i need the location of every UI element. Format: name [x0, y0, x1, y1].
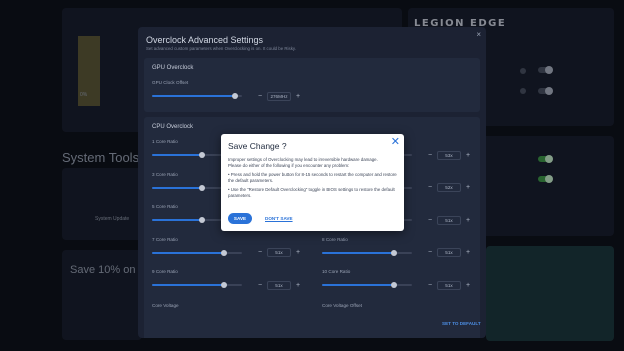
slider-fill [152, 154, 202, 156]
core-ratio-label: 9 Core Ratio [152, 269, 178, 274]
slider-thumb[interactable] [391, 282, 397, 288]
slider-thumb[interactable] [232, 93, 238, 99]
plus-icon[interactable]: + [464, 184, 472, 191]
minus-icon[interactable]: − [426, 217, 434, 224]
minus-icon[interactable]: − [426, 249, 434, 256]
slider-thumb[interactable] [221, 249, 227, 256]
slider-fill [152, 219, 202, 221]
plus-icon[interactable]: + [294, 282, 302, 289]
minus-icon[interactable]: − [426, 282, 434, 289]
core-ratio-slider[interactable] [322, 282, 412, 288]
save-button[interactable]: SAVE [228, 213, 252, 224]
dialog-bullet-1: • Press and hold the power button for 8-… [228, 172, 397, 183]
dont-save-button[interactable]: DON'T SAVE [265, 216, 293, 221]
slider-fill [152, 186, 202, 189]
close-icon[interactable]: × [476, 30, 481, 39]
core-ratio-value[interactable]: 53x [437, 150, 461, 160]
slider-fill [322, 251, 394, 254]
close-icon[interactable]: ✕ [391, 135, 400, 148]
dialog-warning-line2: Please do either of the following if you… [228, 163, 350, 168]
slider-fill [152, 251, 224, 254]
gpu-clock-offset-label: GPU Clock Offset [152, 80, 189, 85]
dialog-title: Save Change ? [228, 141, 287, 151]
core-ratio-label: 8 Core Ratio [322, 236, 348, 242]
plus-icon[interactable]: + [294, 93, 302, 100]
gpu-clock-offset-slider[interactable] [152, 93, 242, 99]
set-to-default-button[interactable]: SET TO DEFAULT [442, 321, 481, 326]
core-ratio-value[interactable]: 52x [437, 183, 461, 192]
plus-icon[interactable]: + [464, 152, 472, 159]
slider-thumb[interactable] [198, 152, 205, 158]
slider-thumb[interactable] [198, 217, 205, 223]
minus-icon[interactable]: − [256, 282, 264, 289]
core-ratio-stepper: −52x + [426, 183, 472, 193]
core-ratio-slider[interactable] [152, 282, 242, 288]
slider-thumb[interactable] [391, 249, 397, 256]
core-voltage-offset-label: Core Voltage Offset [322, 303, 363, 308]
minus-icon[interactable]: − [426, 184, 434, 191]
core-ratio-label: 3 Core Ratio [152, 171, 178, 177]
plus-icon[interactable]: + [294, 249, 302, 256]
core-ratio-value[interactable]: 51x [437, 280, 461, 290]
core-ratio-label: 10 Core Ratio [322, 269, 351, 274]
core-ratio-value[interactable]: 51x [437, 248, 461, 257]
save-change-dialog: Save Change ? ✕ Improper settings of Ove… [221, 134, 404, 231]
core-ratio-stepper: −51x + [256, 248, 302, 258]
core-ratio-label: 5 Core Ratio [152, 204, 178, 209]
dialog-bullet-2: • Use the "Restore Default Overclocking"… [228, 187, 395, 198]
gpu-clock-offset-stepper: − 276MHz + [256, 91, 302, 101]
core-ratio-value[interactable]: 51x [437, 215, 461, 225]
gpu-clock-offset-value[interactable]: 276MHz [267, 91, 291, 101]
core-ratio-value[interactable]: 51x [267, 280, 291, 290]
plus-icon[interactable]: + [464, 217, 472, 224]
dialog-warning-line1: Improper settings of Overclocking may le… [228, 157, 378, 162]
core-ratio-stepper: −51x + [426, 248, 472, 258]
plus-icon[interactable]: + [464, 249, 472, 256]
plus-icon[interactable]: + [464, 282, 472, 289]
core-ratio-slider[interactable] [322, 249, 412, 256]
minus-icon[interactable]: − [256, 249, 264, 256]
core-ratio-slider[interactable] [152, 249, 242, 256]
slider-thumb[interactable] [198, 184, 205, 191]
core-ratio-stepper: −51x + [256, 280, 302, 290]
core-ratio-stepper: −53x + [426, 150, 472, 160]
core-ratio-value[interactable]: 51x [267, 248, 291, 257]
slider-fill [152, 95, 235, 97]
core-ratio-label: 7 Core Ratio [152, 236, 178, 242]
gpu-section-title: GPU Overclock [152, 65, 194, 71]
slider-fill [322, 284, 394, 286]
overclock-title: Overclock Advanced Settings [146, 35, 264, 45]
slider-fill [152, 284, 224, 286]
core-ratio-stepper: −51x + [426, 280, 472, 290]
gpu-overclock-section: GPU Overclock GPU Clock Offset − 276MHz … [144, 58, 480, 112]
core-voltage-label: Core Voltage [152, 303, 179, 308]
minus-icon[interactable]: − [256, 93, 264, 100]
overclock-subtitle: Set advanced custom parameters when Over… [146, 46, 297, 51]
slider-thumb[interactable] [221, 282, 227, 288]
core-ratio-label: 1 Core Ratio [152, 139, 178, 144]
minus-icon[interactable]: − [426, 152, 434, 159]
cpu-section-title: CPU Overclock [152, 124, 194, 130]
core-ratio-stepper: −51x + [426, 215, 472, 225]
